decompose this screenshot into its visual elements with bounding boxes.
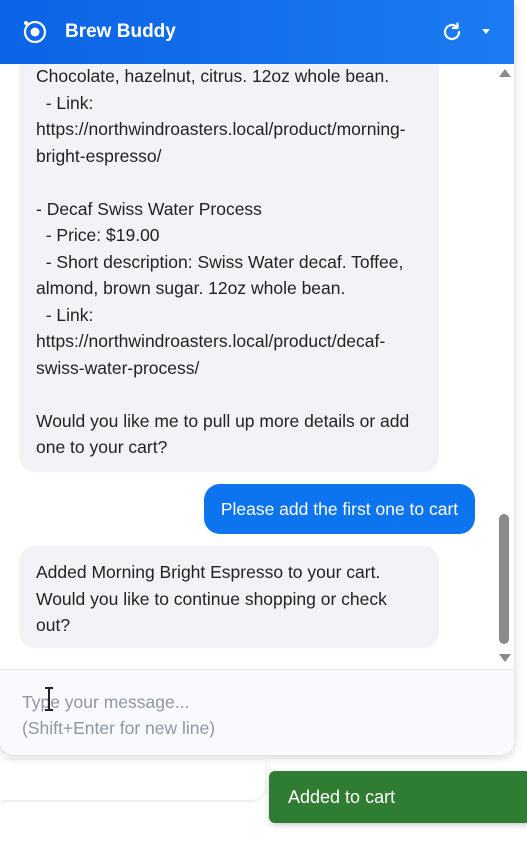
- message-line: https://northwindroasters.local/product/…: [36, 119, 406, 139]
- chat-widget: Brew Buddy Chocolate, hazelnut, citrus. …: [0, 0, 514, 755]
- message-line: [36, 169, 422, 196]
- message-line: - Link:: [36, 304, 94, 325]
- bot-message: Added Morning Bright Espresso to your ca…: [19, 546, 439, 648]
- scroll-up-arrow-icon[interactable]: [499, 69, 511, 77]
- message-line: - Short description: Swiss Water decaf. …: [36, 251, 404, 272]
- bot-message: Chocolate, hazelnut, citrus. 12oz whole …: [19, 64, 439, 472]
- message-scrollbar[interactable]: [496, 64, 512, 669]
- user-message: Please add the first one to cart: [204, 484, 475, 534]
- message-line: out?: [36, 615, 71, 635]
- chat-title: Brew Buddy: [65, 21, 176, 42]
- composer: [0, 669, 514, 755]
- toast-notification: Added to cart: [269, 771, 527, 823]
- message-line: - Decaf Swiss Water Process: [36, 198, 262, 219]
- message-line: https://northwindroasters.local/product/…: [36, 331, 386, 351]
- message-line: bright-espresso/: [36, 145, 162, 166]
- message-line: [36, 381, 422, 408]
- message-line: swiss-water-process/: [36, 357, 200, 378]
- text-cursor-icon: [45, 687, 53, 711]
- message-line: almond, brown sugar. 12oz whole bean.: [36, 278, 346, 298]
- background-panel: [0, 760, 265, 800]
- message-line: Would you like me to pull up more detail…: [36, 410, 410, 431]
- logo-icon: [23, 20, 47, 44]
- message-line: Chocolate, hazelnut, citrus. 12oz whole …: [36, 66, 390, 86]
- message-line: - Price: $19.00: [36, 225, 160, 245]
- chat-header: Brew Buddy: [0, 0, 514, 64]
- message-input[interactable]: [0, 670, 514, 755]
- message-line: one to your cart?: [36, 437, 168, 457]
- scroll-down-arrow-icon[interactable]: [499, 654, 511, 662]
- message-line: - Link:: [36, 92, 94, 113]
- message-line: Would you like to continue shopping or c…: [36, 588, 387, 609]
- scroll-thumb[interactable]: [499, 514, 509, 644]
- refresh-icon[interactable]: [440, 20, 464, 44]
- caret-down-icon[interactable]: [480, 25, 492, 37]
- message-line: Added Morning Bright Espresso to your ca…: [36, 562, 381, 582]
- message-list[interactable]: Chocolate, hazelnut, citrus. 12oz whole …: [0, 64, 514, 669]
